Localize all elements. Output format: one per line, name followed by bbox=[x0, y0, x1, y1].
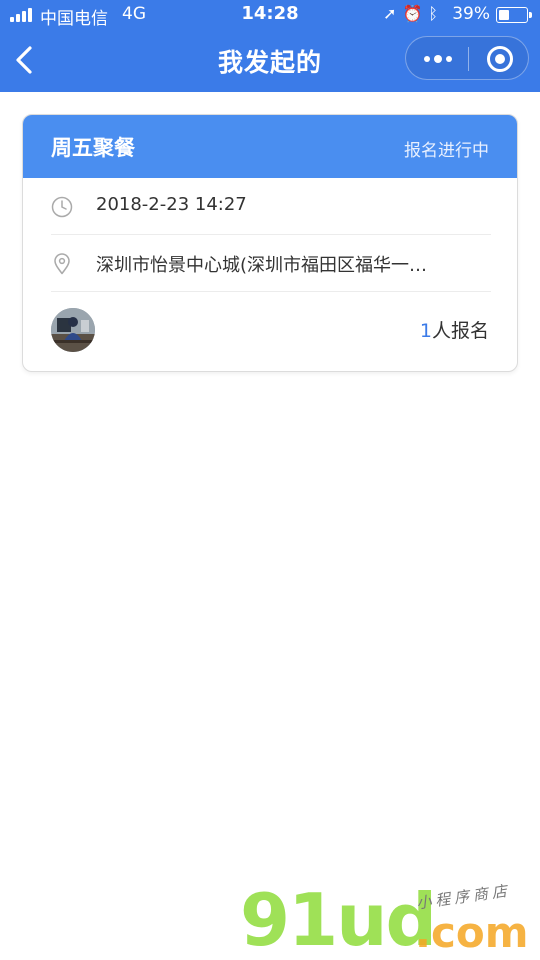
more-button[interactable] bbox=[406, 37, 468, 81]
signup-summary: 1人报名 bbox=[420, 316, 489, 343]
signup-count: 1 bbox=[419, 320, 432, 342]
battery-fill bbox=[499, 10, 509, 20]
event-time: 2018-2-23 14:27 bbox=[96, 194, 247, 215]
event-card-header: 周五聚餐 报名进行中 bbox=[23, 115, 517, 178]
navigation-bar: 我发起的 bbox=[0, 30, 540, 92]
bluetooth-icon: ᛒ bbox=[428, 4, 444, 23]
location-arrow-icon: ➚ bbox=[383, 4, 403, 23]
location-pin-icon bbox=[54, 253, 70, 275]
event-card[interactable]: 周五聚餐 报名进行中 2018-2-23 14:27 深圳市怡景中心城(深圳市福… bbox=[22, 114, 518, 372]
event-location-row: 深圳市怡景中心城(深圳市福田区福华一… bbox=[51, 236, 491, 292]
battery-icon bbox=[496, 7, 532, 23]
close-button[interactable] bbox=[469, 37, 530, 81]
event-time-row: 2018-2-23 14:27 bbox=[51, 179, 491, 235]
signup-label: 人报名 bbox=[431, 320, 489, 342]
clock-icon bbox=[51, 196, 73, 218]
battery-percent: 39% bbox=[452, 4, 490, 24]
alarm-icon: ⏰ bbox=[402, 4, 429, 23]
avatar bbox=[51, 308, 95, 352]
watermark-brand: 91ud bbox=[240, 878, 437, 960]
status-bar: 中国电信 4G 14:28 ➚⏰ᛒ 39% bbox=[0, 0, 540, 30]
status-icons: ➚⏰ᛒ bbox=[383, 4, 444, 23]
target-close-icon bbox=[487, 46, 513, 72]
header-bar: 中国电信 4G 14:28 ➚⏰ᛒ 39% 我发起的 bbox=[0, 0, 540, 92]
menu-capsule bbox=[405, 36, 529, 80]
watermark-logo: 91ud 小程序商店 .com bbox=[240, 880, 540, 960]
event-location: 深圳市怡景中心城(深圳市福田区福华一… bbox=[96, 255, 428, 276]
event-status-badge: 报名进行中 bbox=[404, 141, 489, 161]
watermark-domain: .com bbox=[415, 908, 529, 957]
event-title: 周五聚餐 bbox=[51, 136, 135, 160]
